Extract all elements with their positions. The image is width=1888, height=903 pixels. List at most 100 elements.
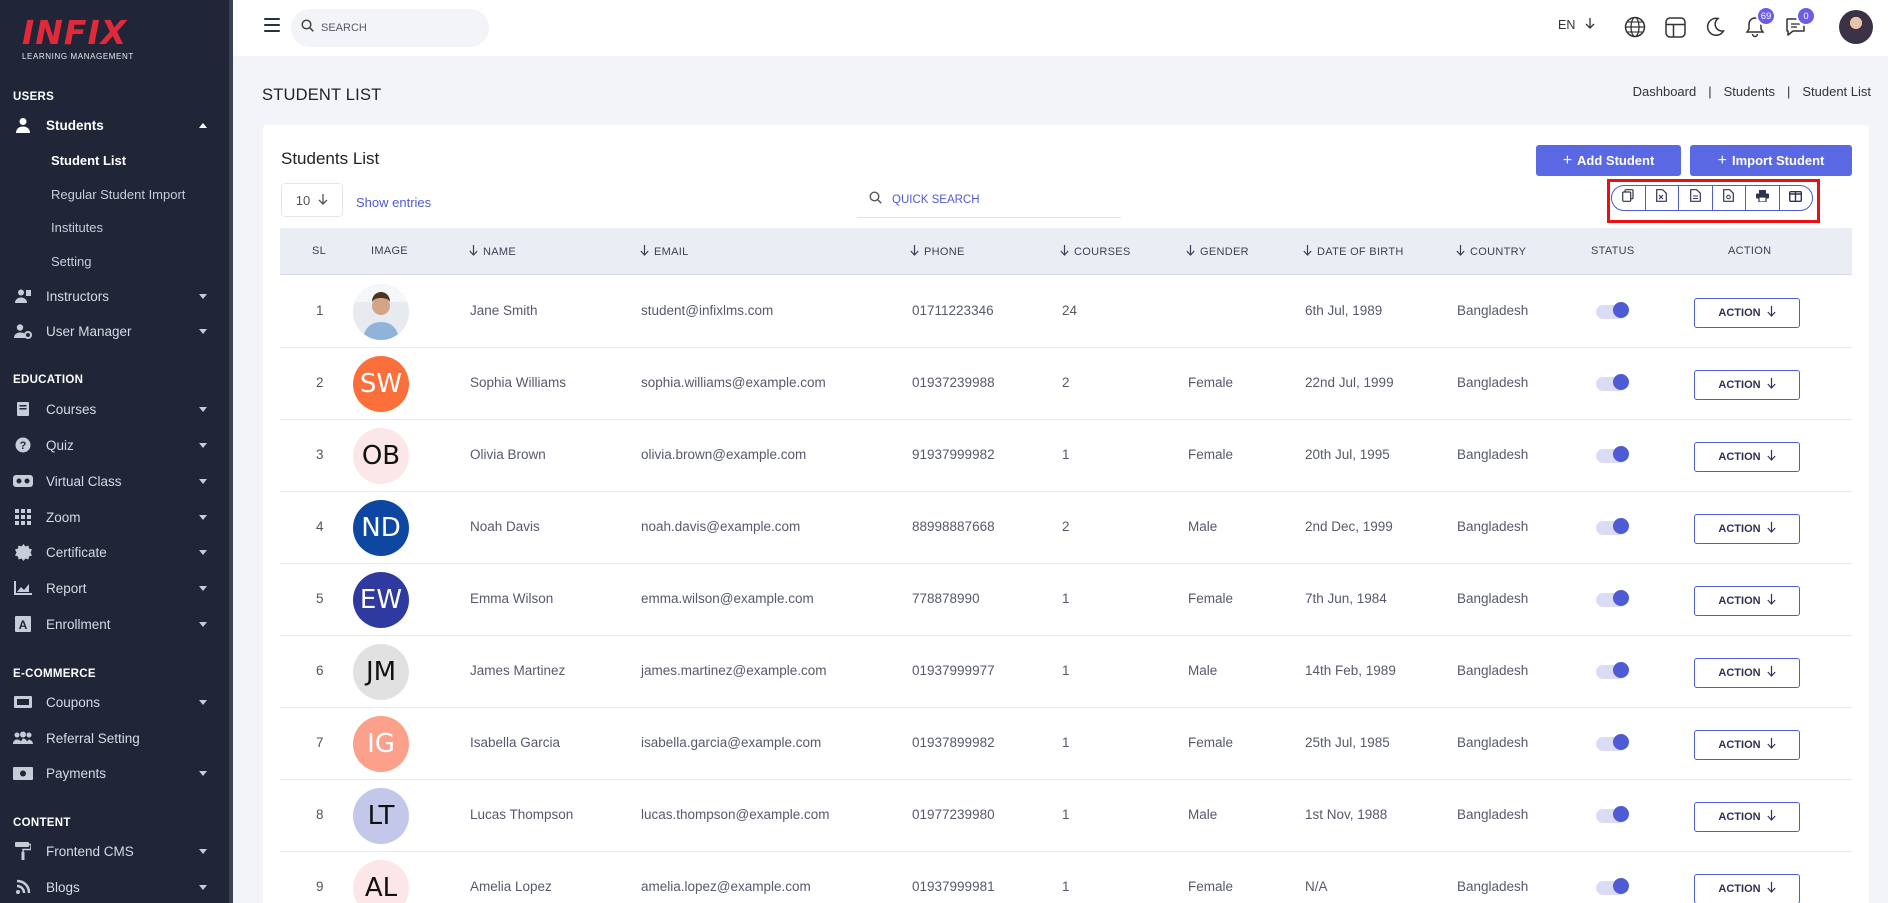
sort-arrow-icon (1186, 245, 1195, 259)
sidebar-item-certificate[interactable]: Certificate (0, 538, 229, 566)
column-header-label: NAME (483, 246, 516, 258)
export-excel-button[interactable] (1646, 186, 1679, 210)
row-action-button[interactable]: ACTION (1694, 730, 1800, 760)
sidebar-item-referral-setting[interactable]: Referral Setting (0, 724, 229, 752)
breadcrumb-dashboard[interactable]: Dashboard (1633, 84, 1697, 99)
enrollment-icon: A (13, 614, 33, 634)
column-header-email[interactable]: EMAIL (640, 245, 689, 259)
quick-search[interactable] (857, 183, 1121, 218)
language-selector[interactable]: EN (1558, 18, 1595, 32)
status-toggle[interactable] (1596, 518, 1630, 536)
avatar-initials: OB (361, 441, 401, 471)
logo[interactable]: INFIX LEARNING MANAGEMENT (22, 16, 162, 66)
status-toggle[interactable] (1596, 446, 1630, 464)
sort-arrow-icon (1060, 245, 1069, 259)
column-header-name[interactable]: NAME (469, 245, 516, 259)
row-action-button[interactable]: ACTION (1694, 514, 1800, 544)
quick-search-input[interactable] (892, 194, 1092, 206)
global-search[interactable] (291, 9, 489, 47)
copy-button[interactable] (1612, 186, 1646, 210)
cell-email: noah.davis@example.com (641, 519, 801, 534)
avatar: EW (353, 572, 409, 628)
column-header-sl[interactable]: SL (312, 245, 326, 257)
moon-icon[interactable] (1703, 15, 1727, 39)
row-action-label: ACTION (1718, 883, 1761, 895)
avatar-initials: IG (367, 729, 395, 759)
status-toggle[interactable] (1596, 662, 1630, 680)
globe-icon[interactable] (1623, 15, 1647, 39)
row-action-button[interactable]: ACTION (1694, 802, 1800, 832)
cell-country: Bangladesh (1457, 807, 1529, 822)
row-action-button[interactable]: ACTION (1694, 586, 1800, 616)
sidebar-subitem-institutes[interactable]: Institutes (51, 220, 103, 235)
sidebar-item-coupons[interactable]: Coupons (0, 688, 229, 716)
status-toggle[interactable] (1596, 590, 1630, 608)
import-student-button[interactable]: + Import Student (1690, 145, 1852, 176)
cell-sl: 3 (316, 447, 324, 462)
row-action-label: ACTION (1718, 307, 1761, 319)
chat-icon[interactable]: 0 (1783, 6, 1816, 39)
column-header-gender[interactable]: GENDER (1186, 245, 1249, 259)
status-toggle[interactable] (1596, 302, 1630, 320)
sidebar-item-courses[interactable]: Courses (0, 395, 229, 423)
status-toggle[interactable] (1596, 374, 1630, 392)
column-header-label: GENDER (1200, 246, 1249, 258)
cell-name: James Martinez (470, 663, 566, 678)
row-action-button[interactable]: ACTION (1694, 370, 1800, 400)
sidebar-item-virtual-class[interactable]: Virtual Class (0, 467, 229, 495)
sidebar-subitem-student-list[interactable]: Student List (51, 153, 126, 168)
sidebar-item-report[interactable]: Report (0, 574, 229, 602)
card-title: Students List (281, 149, 380, 168)
column-header-image[interactable]: IMAGE (371, 245, 408, 257)
breadcrumb-students[interactable]: Students (1724, 84, 1775, 99)
layout-icon[interactable] (1663, 15, 1687, 39)
sidebar-item-frontend-cms[interactable]: Frontend CMS (0, 837, 229, 865)
sidebar-item-zoom[interactable]: Zoom (0, 503, 229, 531)
sidebar-item-enrollment[interactable]: A Enrollment (0, 610, 229, 638)
sidebar-item-label: Instructors (46, 288, 110, 304)
search-icon (301, 19, 314, 37)
sidebar-item-instructors[interactable]: Instructors (0, 282, 229, 310)
status-toggle[interactable] (1596, 878, 1630, 896)
row-action-button[interactable]: ACTION (1694, 658, 1800, 688)
user-avatar[interactable] (1839, 10, 1873, 44)
row-action-button[interactable]: ACTION (1694, 298, 1800, 328)
entries-select[interactable]: 10 (281, 183, 343, 217)
sidebar-item-label: Frontend CMS (46, 843, 134, 859)
row-action-button[interactable]: ACTION (1694, 874, 1800, 903)
sidebar-item-blogs[interactable]: Blogs (0, 873, 229, 901)
cell-phone: 01937239988 (912, 375, 995, 390)
sidebar-item-quiz[interactable]: ? Quiz (0, 431, 229, 459)
column-visibility-button[interactable] (1780, 186, 1813, 210)
sidebar-item-students[interactable]: Students (0, 111, 229, 139)
arrow-down-icon (1766, 666, 1776, 680)
search-input[interactable] (321, 22, 471, 34)
hamburger-menu-icon[interactable] (264, 18, 280, 32)
plus-icon: + (1717, 151, 1727, 169)
status-toggle[interactable] (1596, 734, 1630, 752)
sidebar-subitem-regular-student-import[interactable]: Regular Student Import (51, 187, 185, 202)
add-student-button[interactable]: + Add Student (1536, 145, 1681, 176)
table-row: 3 OB Olivia Brown olivia.brown@example.c… (280, 420, 1852, 492)
section-title-users: USERS (13, 91, 55, 103)
row-action-label: ACTION (1718, 523, 1761, 535)
column-header-date-of-birth[interactable]: DATE OF BIRTH (1303, 245, 1404, 259)
notifications-badge: 69 (1756, 6, 1776, 26)
bell-icon[interactable]: 69 (1743, 6, 1776, 39)
status-toggle[interactable] (1596, 806, 1630, 824)
print-button[interactable] (1746, 186, 1780, 210)
row-action-button[interactable]: ACTION (1694, 442, 1800, 472)
cell-date-of-birth: 22nd Jul, 1999 (1305, 375, 1394, 390)
column-header-courses[interactable]: COURSES (1060, 245, 1131, 259)
column-header-phone[interactable]: PHONE (910, 245, 965, 259)
sidebar-item-user-manager[interactable]: User Manager (0, 317, 229, 345)
cell-courses: 1 (1062, 663, 1070, 678)
sidebar-subitem-setting[interactable]: Setting (51, 254, 91, 269)
column-header-country[interactable]: COUNTRY (1456, 245, 1526, 259)
export-csv-button[interactable] (1679, 186, 1713, 210)
export-pdf-button[interactable] (1713, 186, 1746, 210)
logo-word: INFIX (22, 13, 128, 52)
column-header-status[interactable]: STATUS (1591, 245, 1635, 257)
sidebar-scrollbar[interactable] (229, 0, 233, 903)
sidebar-item-payments[interactable]: Payments (0, 759, 229, 787)
